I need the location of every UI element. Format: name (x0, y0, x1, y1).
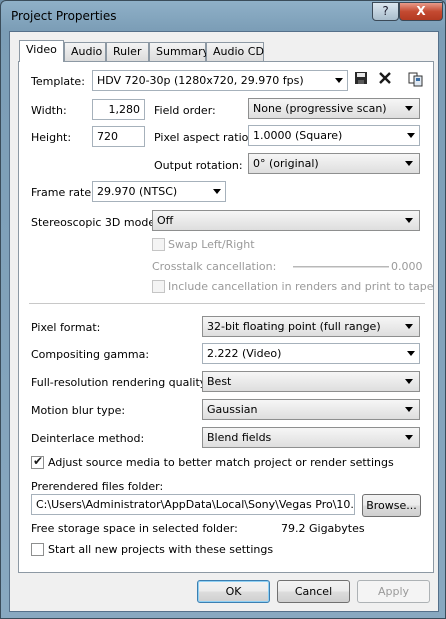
save-icon (355, 72, 367, 84)
height-label: Height: (31, 131, 72, 144)
match-media-button[interactable] (407, 71, 425, 89)
browse-button[interactable]: Browse... (362, 494, 421, 517)
template-combo[interactable]: HDV 720-30p (1280x720, 29.970 fps) (92, 70, 348, 91)
field-order-combo[interactable]: None (progressive scan) (248, 98, 420, 119)
adjust-media-label: Adjust source media to better match proj… (48, 456, 394, 469)
crosstalk-label: Crosstalk cancellation: (152, 260, 277, 273)
chevron-down-icon (405, 106, 413, 111)
project-properties-window: Project Properties ? X Video Audio Ruler… (0, 0, 446, 619)
dialog-client: Video Audio Ruler Summary Audio CD Templ… (9, 31, 439, 612)
chevron-down-icon (335, 78, 343, 83)
gamma-combo[interactable]: 2.222 (Video) (202, 343, 420, 364)
frame-rate-label: Frame rate: (31, 186, 95, 199)
height-field[interactable]: 720 (92, 126, 145, 147)
field-order-label: Field order: (154, 104, 216, 117)
storage-value: 79.2 Gigabytes (281, 522, 365, 535)
tab-audio-cd[interactable]: Audio CD (206, 42, 264, 61)
template-value: HDV 720-30p (1280x720, 29.970 fps) (97, 74, 304, 87)
stereo-label: Stereoscopic 3D mode: (31, 216, 159, 229)
pixel-format-combo[interactable]: 32-bit floating point (full range) (202, 316, 420, 337)
frame-rate-combo[interactable]: 29.970 (NTSC) (92, 181, 226, 202)
tab-video[interactable]: Video (19, 40, 64, 62)
stereo-combo[interactable]: Off (152, 210, 420, 231)
motion-blur-combo[interactable]: Gaussian (202, 399, 420, 420)
include-cancellation-checkbox[interactable] (152, 280, 165, 293)
delete-x-icon (379, 72, 391, 84)
output-rotation-value: 0° (original) (253, 157, 319, 170)
motion-blur-value: Gaussian (207, 403, 258, 416)
apply-button[interactable]: Apply (357, 580, 430, 603)
pixel-aspect-label: Pixel aspect ratio: (154, 131, 253, 144)
render-quality-label: Full-resolution rendering quality: (31, 376, 210, 389)
checkmark-icon: ✔ (33, 454, 44, 468)
stereo-value: Off (157, 214, 174, 227)
deinterlace-value: Blend fields (207, 431, 272, 444)
chevron-down-icon (407, 351, 415, 356)
include-cancellation-label: Include cancellation in renders and prin… (168, 280, 434, 293)
render-quality-value: Best (207, 375, 232, 388)
chevron-down-icon (405, 435, 413, 440)
swap-checkbox[interactable] (152, 238, 165, 251)
video-tab-panel: Template: HDV 720-30p (1280x720, 29.970 … (18, 61, 434, 573)
adjust-media-checkbox[interactable]: ✔ (31, 454, 44, 469)
tab-audio[interactable]: Audio (64, 42, 106, 61)
prerendered-path-field[interactable]: C:\Users\Administrator\AppData\Local\Son… (31, 494, 355, 515)
chevron-down-icon (405, 407, 413, 412)
delete-template-button[interactable] (376, 71, 394, 89)
deinterlace-label: Deinterlace method: (31, 432, 145, 445)
crosstalk-slider[interactable] (293, 266, 389, 268)
window-title: Project Properties (11, 9, 117, 23)
help-button[interactable]: ? (372, 2, 399, 21)
gamma-value: 2.222 (Video) (207, 347, 282, 360)
pixel-aspect-combo[interactable]: 1.0000 (Square) (248, 125, 420, 146)
output-rotation-label: Output rotation: (154, 159, 243, 172)
deinterlace-combo[interactable]: Blend fields (202, 427, 420, 448)
storage-label: Free storage space in selected folder: (31, 522, 238, 535)
swap-label: Swap Left/Right (168, 238, 255, 251)
chevron-down-icon (213, 189, 221, 194)
divider (29, 303, 425, 304)
cancel-button[interactable]: Cancel (277, 580, 350, 603)
field-order-value: None (progressive scan) (253, 102, 387, 115)
width-field[interactable]: 1,280 (92, 99, 145, 120)
match-media-icon (408, 72, 423, 87)
output-rotation-combo[interactable]: 0° (original) (248, 153, 420, 174)
crosstalk-value: 0.000 (391, 260, 423, 273)
pixel-format-label: Pixel format: (31, 321, 101, 334)
gamma-label: Compositing gamma: (31, 348, 150, 361)
chevron-down-icon (407, 133, 415, 138)
chevron-down-icon (405, 218, 413, 223)
render-quality-combo[interactable]: Best (202, 371, 420, 392)
tab-summary[interactable]: Summary (149, 42, 209, 61)
start-new-checkbox[interactable] (31, 543, 44, 556)
pixel-format-value: 32-bit floating point (full range) (207, 320, 381, 333)
prerendered-label: Prerendered files folder: (31, 480, 164, 493)
ok-button[interactable]: OK (197, 580, 270, 603)
start-new-label: Start all new projects with these settin… (48, 543, 274, 556)
title-bar[interactable]: Project Properties ? X (1, 1, 445, 31)
pixel-aspect-value: 1.0000 (Square) (253, 129, 343, 142)
template-label: Template: (31, 75, 85, 88)
frame-rate-value: 29.970 (NTSC) (97, 185, 178, 198)
motion-blur-label: Motion blur type: (31, 404, 126, 417)
chevron-down-icon (405, 379, 413, 384)
chevron-down-icon (405, 161, 413, 166)
chevron-down-icon (405, 324, 413, 329)
close-button[interactable]: X (399, 2, 443, 21)
tab-ruler[interactable]: Ruler (106, 42, 149, 61)
save-template-button[interactable] (352, 71, 370, 89)
width-label: Width: (31, 104, 67, 117)
